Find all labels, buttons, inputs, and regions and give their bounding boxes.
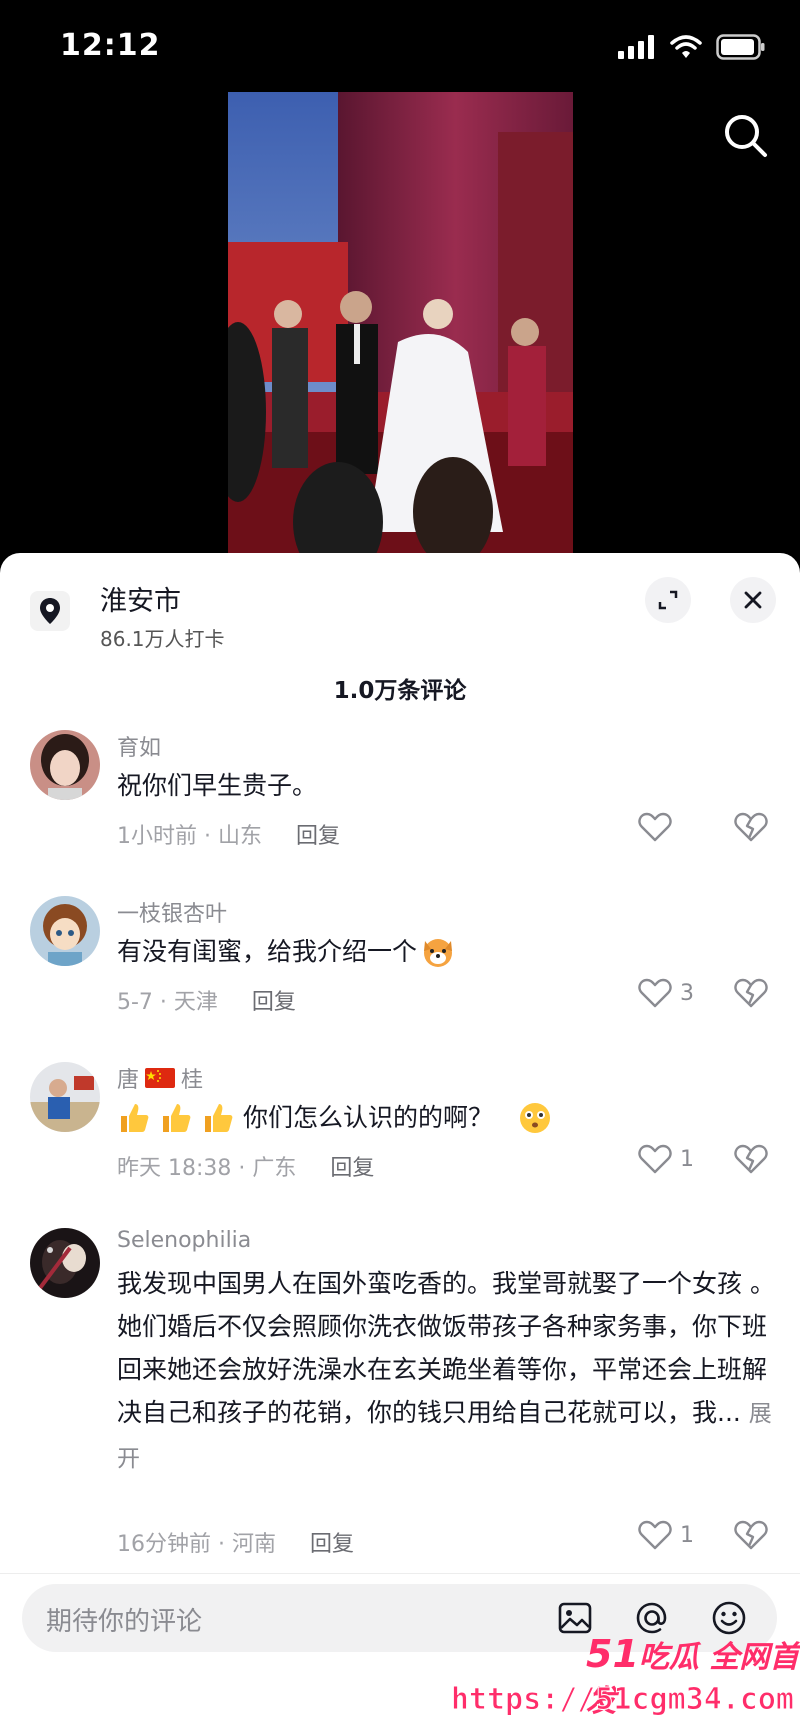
china-flag-emoji (145, 1068, 176, 1088)
location-pin-icon[interactable] (30, 591, 70, 631)
comment-meta: 16分钟前 · 河南 回复 (117, 1526, 354, 1558)
thumbs-up-emoji (205, 1103, 233, 1132)
expand-button[interactable] (645, 577, 691, 623)
reply-button[interactable]: 回复 (310, 1526, 354, 1558)
heart-icon (638, 1520, 672, 1550)
signal-icon (618, 35, 654, 59)
comment-text: 你们怎么认识的的啊？ (243, 1103, 494, 1132)
comment-sheet: 淮安市 86.1万人打卡 1.0万条评论 育如 祝你们早生贵子。 1小时前 · … (0, 553, 800, 1731)
like-count: 1 (680, 1522, 694, 1548)
watermark: 51吃瓜 全网首发 https://51cgm34.com (450, 1632, 800, 1731)
comment-count: 1.0万条评论 (333, 678, 467, 704)
comment-meta: 昨天 18:38 · 广东 回复 (117, 1150, 374, 1182)
reply-button[interactable]: 回复 (252, 984, 296, 1016)
comment-author[interactable]: 育如 (117, 730, 161, 762)
heart-icon (638, 978, 672, 1008)
avatar[interactable] (30, 1062, 100, 1132)
dog-emoji (424, 938, 453, 967)
comment-text: 有没有闺蜜，给我介绍一个 (117, 937, 418, 966)
comment-text: 祝你们早生贵子。 (117, 771, 318, 800)
reply-button[interactable]: 回复 (330, 1150, 374, 1182)
dislike-button[interactable] (734, 1144, 768, 1178)
broken-heart-icon (734, 1520, 768, 1550)
battery-icon (716, 34, 765, 60)
comment-time-location: 1小时前 · 山东 (117, 824, 262, 849)
like-button[interactable]: 1 (638, 1520, 694, 1550)
video-frame[interactable] (228, 92, 573, 560)
dislike-button[interactable] (734, 1520, 768, 1554)
avatar[interactable] (30, 896, 100, 966)
avatar[interactable] (30, 1228, 100, 1298)
comment-time-location: 16分钟前 · 河南 (117, 1532, 276, 1557)
comment-time-location: 昨天 18:38 · 广东 (117, 1156, 297, 1181)
status-time: 12:12 (60, 28, 161, 63)
thumbs-up-emoji (121, 1103, 149, 1132)
broken-heart-icon (734, 812, 768, 842)
search-button[interactable] (718, 108, 774, 164)
image-icon (558, 1602, 592, 1634)
dislike-button[interactable] (734, 812, 768, 846)
flushed-emoji (520, 1102, 551, 1133)
comment-author[interactable]: 一枝银杏叶 (117, 896, 227, 928)
location-title[interactable]: 淮安市 (100, 579, 181, 618)
comment-time-location: 5-7 · 天津 (117, 990, 218, 1015)
heart-icon (638, 1144, 672, 1174)
broken-heart-icon (734, 1144, 768, 1174)
comment-meta: 1小时前 · 山东 回复 (117, 818, 340, 850)
dislike-button[interactable] (734, 978, 768, 1012)
comment-text-row: 你们怎么认识的的啊？ (117, 1096, 767, 1139)
location-checkin-count: 86.1万人打卡 (100, 627, 225, 651)
broken-heart-icon (734, 978, 768, 1008)
comment-input-placeholder: 期待你的评论 (46, 1607, 203, 1637)
watermark-url: https://51cgm34.com (450, 1682, 794, 1718)
reply-button[interactable]: 回复 (296, 818, 340, 850)
status-icons (618, 34, 766, 60)
like-button[interactable] (638, 812, 672, 842)
comment-text-row: 有没有闺蜜，给我介绍一个 (117, 930, 767, 973)
like-count: 3 (680, 980, 694, 1006)
comment-text-block: 我发现中国男人在国外蛮吃香的。我堂哥就娶了一个女孩 。她们婚后不仅会照顾你洗衣做… (117, 1262, 777, 1481)
like-count: 1 (680, 1146, 694, 1172)
divider (0, 1573, 800, 1574)
expand-icon (658, 590, 678, 610)
comment-text: 我发现中国男人在国外蛮吃香的。我堂哥就娶了一个女孩 。她们婚后不仅会照顾你洗衣做… (117, 1269, 775, 1427)
like-button[interactable]: 1 (638, 1144, 694, 1174)
comment-author[interactable]: Selenophilia (117, 1228, 251, 1253)
wedding-video-still (228, 92, 573, 560)
comment-meta: 5-7 · 天津 回复 (117, 984, 296, 1016)
close-icon (744, 591, 762, 609)
thumbs-up-emoji (163, 1103, 191, 1132)
comment-author[interactable]: 唐 桂 (117, 1062, 203, 1094)
heart-icon (638, 812, 672, 842)
status-bar: 12:12 (0, 0, 800, 96)
wifi-icon (670, 35, 702, 58)
close-button[interactable] (730, 577, 776, 623)
search-icon (725, 115, 767, 157)
like-button[interactable]: 3 (638, 978, 694, 1008)
avatar[interactable] (30, 730, 100, 800)
